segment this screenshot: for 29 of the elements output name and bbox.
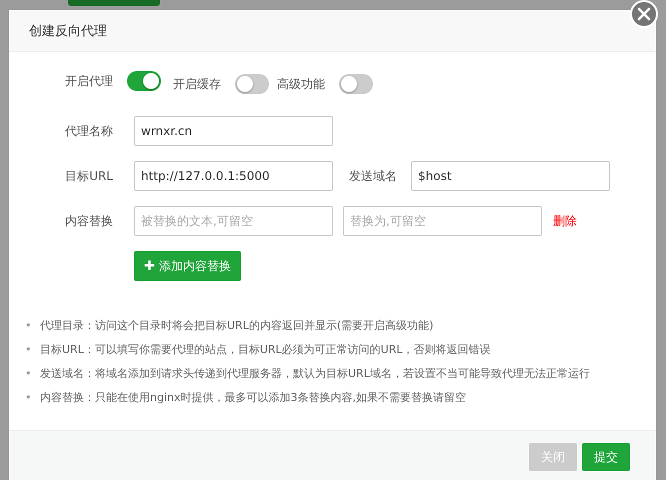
bullet: •	[25, 366, 32, 382]
toggle-switch[interactable]	[339, 74, 373, 94]
toggle-label: 高级功能	[276, 76, 325, 92]
input-field[interactable]: 被替换的文本,可留空	[134, 206, 333, 236]
tip-text: 目标URL：可以填写你需要代理的站点，目标URL必须为可正常访问的URL，否则将返回错误	[40, 342, 490, 358]
toggle-switch[interactable]	[235, 74, 269, 94]
input-field[interactable]: wrnxr.cn	[134, 116, 333, 146]
bullet: •	[25, 390, 32, 406]
add-replace-button[interactable]: ✚ 添加内容替换	[134, 251, 241, 281]
delete-link[interactable]: 删除	[553, 212, 577, 230]
input-field[interactable]: http://127.0.0.1:5000	[134, 161, 333, 191]
tip-text: 代理目录：访问这个目录时将会把目标URL的内容返回并显示(需要开启高级功能)	[40, 318, 434, 334]
toggle-label: 开启代理	[64, 72, 113, 90]
submit-button[interactable]: 提交	[582, 443, 630, 471]
input-field[interactable]: $host	[411, 161, 610, 191]
field-label: 目标URL	[64, 168, 114, 184]
plus-icon: ✚	[144, 258, 155, 274]
dialog-title: 创建反向代理	[29, 22, 107, 40]
toggle-label: 开启缓存	[172, 76, 221, 92]
close-icon[interactable]	[630, 0, 658, 28]
input-field[interactable]: 替换为,可留空	[343, 206, 542, 236]
tip-text: 内容替换：只能在使用nginx时提供，最多可以添加3条替换内容,如果不需要替换请留空	[40, 390, 466, 406]
field-label: 代理名称	[64, 122, 114, 140]
field-label: 内容替换	[64, 212, 114, 230]
tip-text: 发送域名：将域名添加到请求头传递到代理服务器，默认为目标URL域名，若设置不当可能导致代理无法正常运行	[40, 366, 590, 382]
bullet: •	[25, 318, 32, 334]
field-label: 发送域名	[348, 168, 398, 184]
toggle-switch[interactable]	[127, 71, 161, 91]
bullet: •	[25, 342, 32, 358]
